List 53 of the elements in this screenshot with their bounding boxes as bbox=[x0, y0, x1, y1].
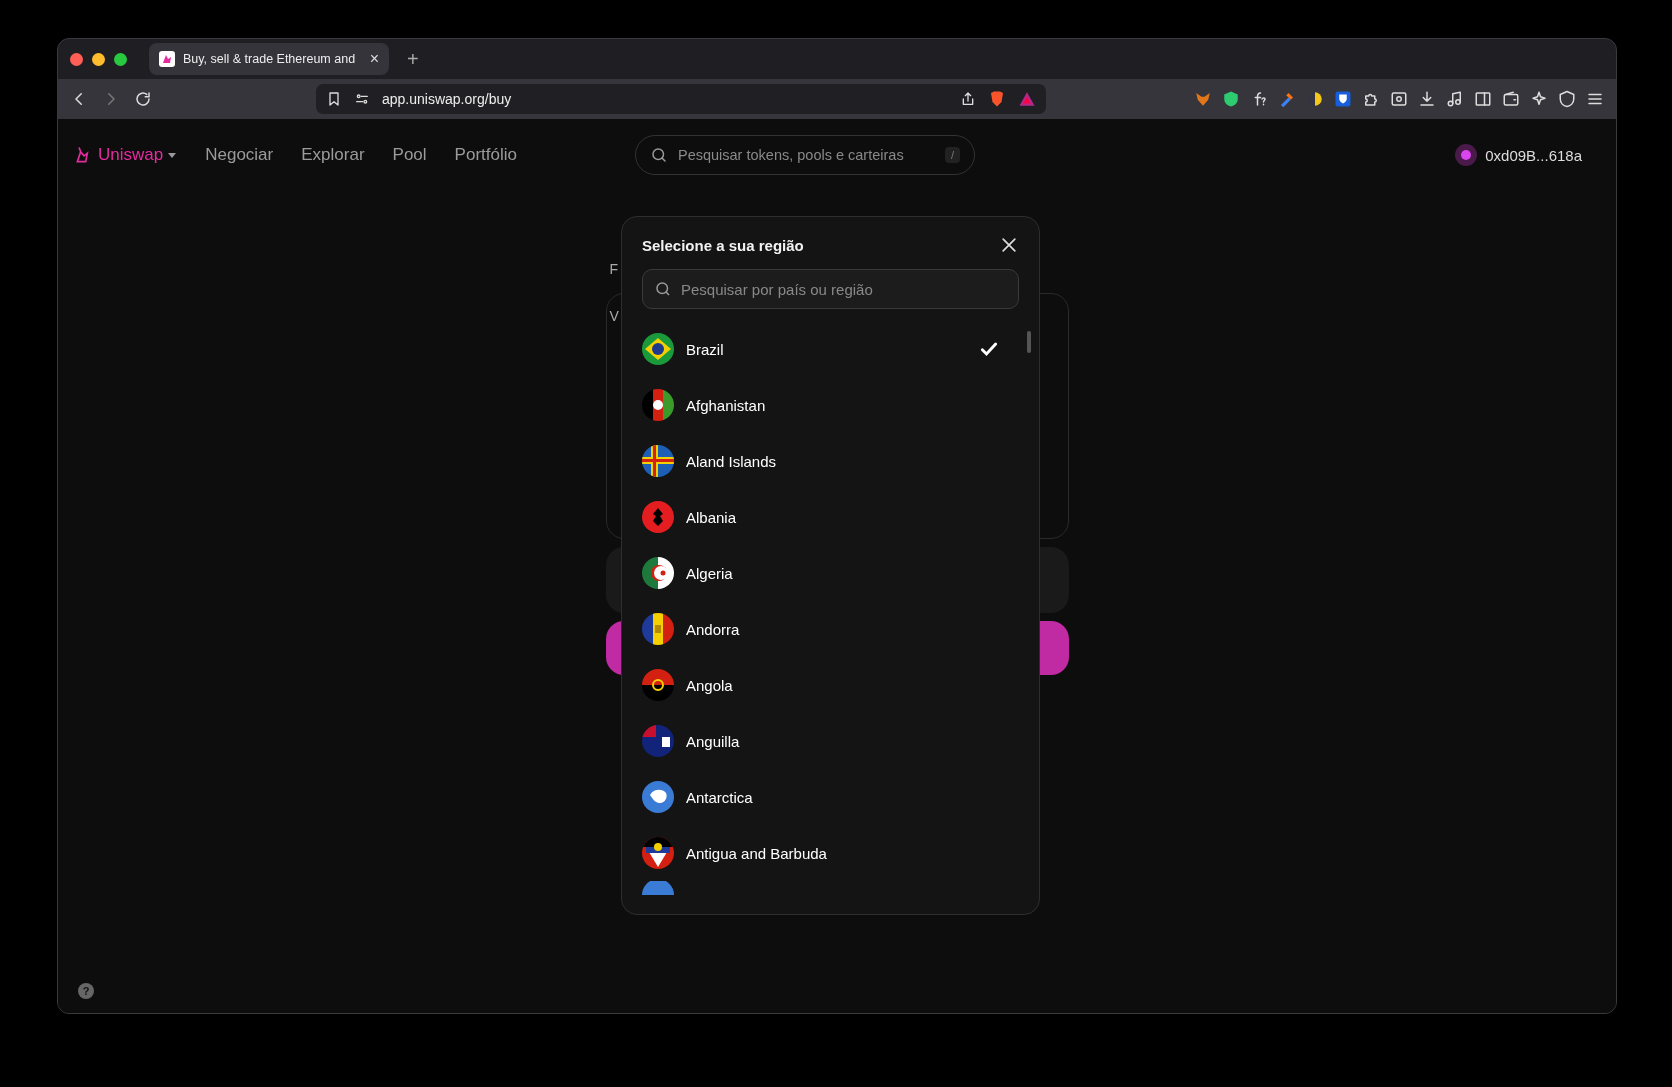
country-option[interactable]: Anguilla bbox=[642, 713, 1019, 769]
checkmark-icon bbox=[979, 339, 999, 359]
search-icon[interactable] bbox=[649, 146, 668, 164]
vpn-shield-icon[interactable] bbox=[1558, 90, 1576, 108]
country-option[interactable]: Afghanistan bbox=[642, 377, 1019, 433]
wallet-icon[interactable] bbox=[1502, 90, 1520, 108]
lion-shield-icon[interactable] bbox=[988, 90, 1006, 108]
country-search-field[interactable]: Pesquisar por país ou região bbox=[642, 269, 1019, 309]
music-icon[interactable] bbox=[1446, 90, 1464, 108]
tab-close-button[interactable]: × bbox=[369, 50, 379, 68]
half-moon-icon[interactable] bbox=[1306, 90, 1324, 108]
account-button[interactable]: 0xd09B...618a bbox=[1455, 144, 1582, 166]
browser-tab[interactable]: Buy, sell & trade Ethereum and × bbox=[149, 43, 389, 75]
country-option[interactable]: Angola bbox=[642, 657, 1019, 713]
nav-link[interactable]: Negociar bbox=[205, 145, 274, 165]
sparkle-icon[interactable] bbox=[1530, 90, 1548, 108]
shield-icon[interactable] bbox=[1222, 90, 1240, 108]
triangle-icon[interactable] bbox=[1018, 90, 1036, 108]
caret-icon bbox=[167, 150, 178, 160]
search-placeholder: Pesquisar tokens, pools e carteiras bbox=[677, 147, 905, 163]
country-option[interactable]: Andorra bbox=[642, 601, 1019, 657]
close-icon[interactable] bbox=[999, 235, 1019, 255]
page-search-icon[interactable] bbox=[1390, 90, 1408, 108]
url-text: app.uniswap.org/buy bbox=[382, 91, 513, 107]
country-option[interactable]: Aland Islands bbox=[642, 433, 1019, 489]
country-option[interactable]: Algeria bbox=[642, 545, 1019, 601]
avatar-icon bbox=[1455, 144, 1478, 166]
country-option[interactable]: Antigua and Barbuda bbox=[642, 825, 1019, 881]
nav-link[interactable]: Explorar bbox=[301, 145, 365, 165]
close-window-button[interactable] bbox=[70, 52, 83, 66]
bookmark-icon[interactable] bbox=[326, 91, 342, 107]
address-bar[interactable]: app.uniswap.org/buy bbox=[316, 84, 1046, 114]
favicon-icon bbox=[159, 51, 175, 67]
shield-badge-icon[interactable] bbox=[1334, 90, 1352, 108]
tab-title: Buy, sell & trade Ethereum and bbox=[183, 52, 357, 66]
uniswap-logo[interactable]: Uniswap bbox=[74, 145, 178, 165]
maximize-window-button[interactable] bbox=[114, 52, 127, 66]
nav-link[interactable]: Pool bbox=[392, 145, 427, 165]
sidebar-icon[interactable] bbox=[1474, 90, 1492, 108]
reload-icon[interactable] bbox=[134, 90, 152, 108]
download-icon[interactable] bbox=[1418, 90, 1436, 108]
dialog-title: Selecione a sua região bbox=[642, 236, 804, 254]
country-option[interactable]: Brazil bbox=[642, 321, 1019, 377]
new-tab-button[interactable]: + bbox=[407, 47, 419, 71]
form-label: F bbox=[608, 261, 620, 279]
country-option[interactable]: Antarctica bbox=[642, 769, 1019, 825]
fox-icon[interactable] bbox=[1194, 90, 1212, 108]
site-settings-icon[interactable] bbox=[354, 91, 370, 107]
minimize-window-button[interactable] bbox=[92, 52, 105, 66]
nav-link[interactable]: Portfólio bbox=[454, 145, 517, 165]
search-icon bbox=[654, 280, 672, 298]
shortcut-key: / bbox=[944, 147, 960, 163]
share-icon[interactable] bbox=[960, 91, 976, 107]
